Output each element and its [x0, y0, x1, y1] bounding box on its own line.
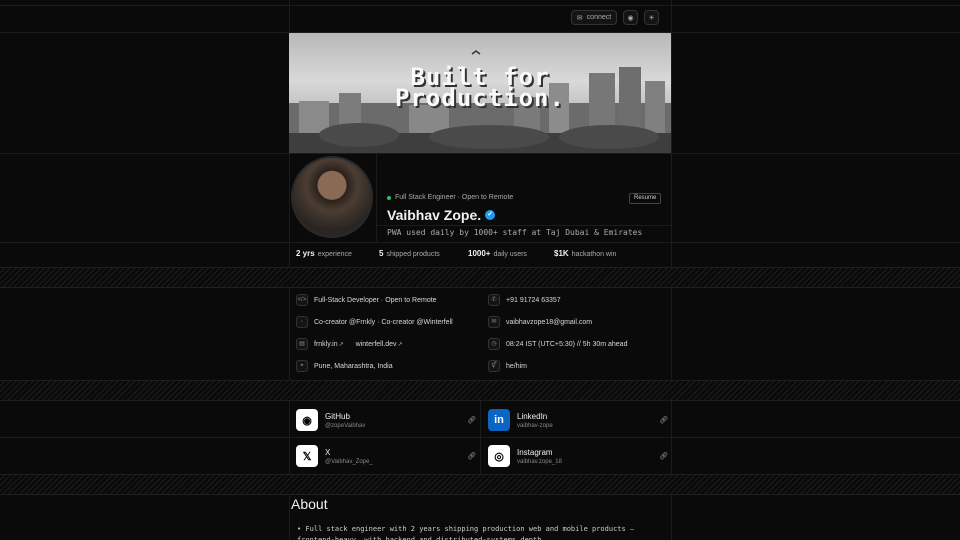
external-link-icon: ↗: [397, 341, 403, 348]
stat-experience: 2 yrs experience: [296, 249, 379, 258]
info-pronouns: ⚥ he/him: [488, 360, 527, 372]
stat-label: experience: [317, 251, 352, 258]
github-button[interactable]: ◉: [623, 10, 638, 25]
stat-products: 5 shipped products: [379, 249, 468, 258]
info-phone[interactable]: ✆ +91 91724 63357: [488, 294, 561, 306]
stats-row: 2 yrs experience 5 shipped products 1000+ d…: [296, 249, 616, 258]
info-company-text: Co-creator @Frnkly · Co-creator @Winterf…: [314, 318, 453, 326]
stat-value: 1000+: [468, 249, 491, 258]
social-name: Instagram: [517, 447, 553, 457]
info-time: ◷ 08:24 IST (UTC+5:30) // 5h 30m ahead: [488, 338, 627, 350]
divider-hatch: [0, 380, 960, 401]
stat-users: 1000+ daily users: [468, 249, 554, 258]
github-icon: ◉: [296, 409, 318, 431]
mail-icon: ✉: [576, 14, 583, 22]
info-company: ◦ Co-creator @Frnkly · Co-creator @Winte…: [296, 316, 453, 328]
connect-label: connect: [586, 14, 612, 21]
link-icon[interactable]: 🔗︎: [659, 452, 668, 460]
name-text: Vaibhav Zope.: [387, 207, 482, 223]
info-time-text: 08:24 IST (UTC+5:30) // 5h 30m ahead: [506, 340, 628, 348]
pin-icon: ◦: [296, 316, 308, 328]
divider-hatch: [0, 474, 960, 495]
stat-label: daily users: [493, 251, 527, 258]
stat-label: hackathon win: [571, 251, 617, 258]
social-name: X: [325, 447, 331, 457]
about-bullet: • Full stack engineer with 2 years shipp…: [297, 525, 635, 540]
grid-line: [0, 153, 960, 154]
banner-line-2: Production.: [395, 84, 565, 112]
link-icon[interactable]: 🔗︎: [467, 452, 476, 460]
social-handle: vaibhav.zope_18: [517, 458, 562, 465]
phone-icon: ✆: [488, 294, 500, 306]
profile-banner: Built for Production.: [289, 33, 671, 153]
clock-icon: ◷: [488, 338, 500, 350]
instagram-icon: ◎: [488, 445, 510, 467]
gender-icon: ⚥: [488, 360, 500, 372]
stat-value: $1K: [554, 249, 569, 258]
avatar: [291, 156, 373, 238]
social-instagram[interactable]: ◎ Instagram vaibhav.zope_18 🔗︎: [488, 445, 668, 467]
stat-value: 5: [379, 249, 384, 258]
info-role-text: Full-Stack Developer · Open to Remote: [314, 296, 437, 304]
connect-button[interactable]: ✉ connect: [571, 10, 617, 25]
profile-tagline: PWA used daily by 1000+ staff at Taj Dub…: [387, 228, 643, 237]
x-icon: 𝕏: [296, 445, 318, 467]
external-link-icon: ↗: [338, 341, 344, 348]
social-handle: @Vaibhav_Zope_: [325, 458, 373, 465]
link-icon[interactable]: 🔗︎: [467, 416, 476, 424]
theme-toggle-button[interactable]: ☀: [644, 10, 659, 25]
stat-label: shipped products: [386, 251, 440, 258]
verified-badge-icon: ✓: [485, 210, 496, 220]
status-line: Full Stack Engineer · Open to Remote: [387, 194, 513, 201]
status-text: Full Stack Engineer · Open to Remote: [395, 194, 514, 201]
code-icon: </>: [296, 294, 308, 306]
grid-line: [376, 225, 671, 226]
social-x[interactable]: 𝕏 X @Vaibhav_Zope_ 🔗︎: [296, 445, 476, 467]
info-email-text: vaibhavzope18@gmail.com: [506, 318, 593, 326]
online-dot-icon: [387, 195, 391, 200]
grid-line: [0, 5, 960, 6]
social-name: LinkedIn: [517, 411, 548, 421]
info-pronouns-text: he/him: [506, 362, 528, 370]
link-icon[interactable]: 🔗︎: [659, 416, 668, 424]
profile-name: Vaibhav Zope. ✓: [387, 207, 496, 223]
info-location: ⌖ Pune, Maharashtra, India: [296, 360, 393, 372]
stat-value: 2 yrs: [296, 249, 315, 258]
grid-line: [376, 153, 377, 242]
social-linkedin[interactable]: in LinkedIn vaibhav-zope 🔗︎: [488, 409, 668, 431]
info-websites: ▤ frnkly.in↗ winterfell.dev↗: [296, 338, 403, 350]
website-link-frnkly[interactable]: frnkly.in↗: [314, 341, 344, 348]
site1-text: frnkly.in: [314, 340, 338, 348]
linkedin-icon: in: [488, 409, 510, 431]
website-link-winterfell[interactable]: winterfell.dev↗: [356, 341, 403, 348]
about-heading: About: [291, 496, 328, 512]
location-pin-icon: ⌖: [296, 360, 308, 372]
divider-hatch: [0, 267, 960, 288]
social-handle: @zopeVaibhav: [325, 422, 366, 429]
site2-text: winterfell.dev: [355, 340, 397, 348]
grid-line: [0, 242, 960, 243]
stat-hackathon: $1K hackathon win: [554, 249, 616, 258]
banner-title: Built for Production.: [289, 65, 671, 112]
grid-line: [480, 401, 481, 474]
sun-icon: ☀: [648, 14, 655, 22]
info-email[interactable]: ✉ vaibhavzope18@gmail.com: [488, 316, 592, 328]
info-phone-text: +91 91724 63357: [506, 296, 561, 304]
info-role: </> Full-Stack Developer · Open to Remot…: [296, 294, 437, 306]
info-location-text: Pune, Maharashtra, India: [314, 362, 393, 370]
resume-button[interactable]: Resume: [629, 193, 662, 204]
social-github[interactable]: ◉ GitHub @zopeVaibhav 🔗︎: [296, 409, 476, 431]
social-name: GitHub: [325, 411, 350, 421]
github-icon: ◉: [627, 14, 634, 22]
website-icon: ▤: [296, 338, 308, 350]
mail-icon: ✉: [488, 316, 500, 328]
social-handle: vaibhav-zope: [517, 422, 553, 429]
top-bar: ✉ connect ◉ ☀: [571, 10, 659, 25]
